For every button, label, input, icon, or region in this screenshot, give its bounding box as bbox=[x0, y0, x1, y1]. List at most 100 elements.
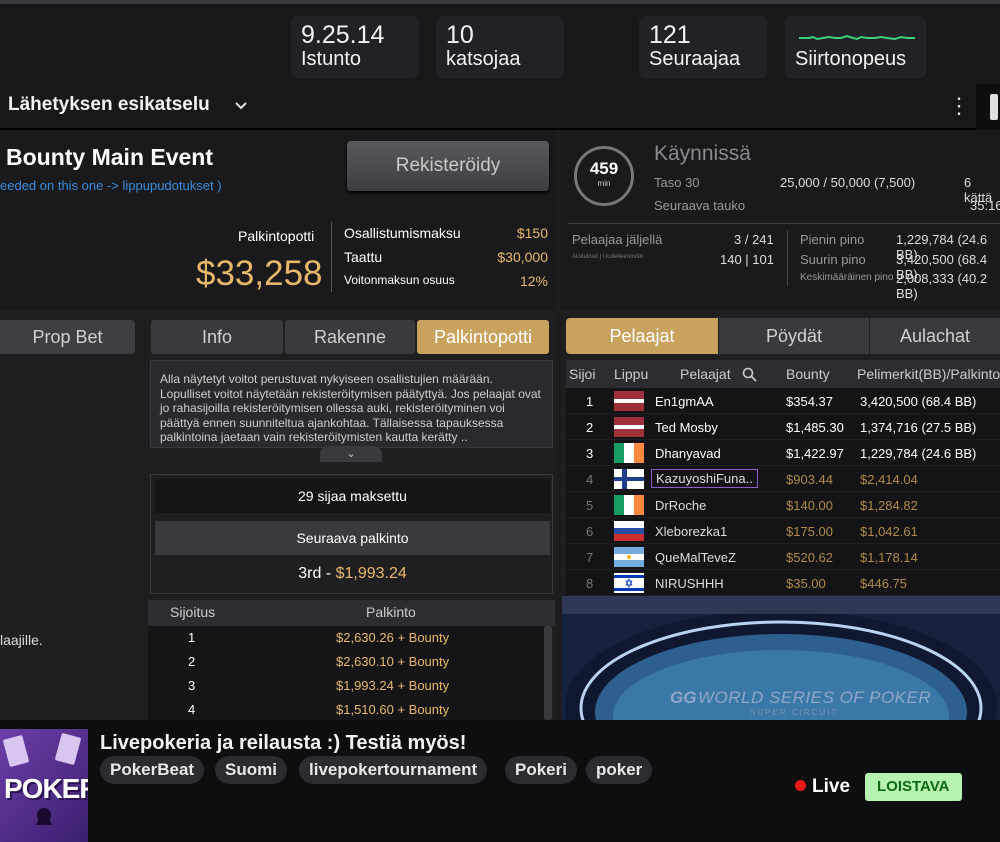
tag-suomi[interactable]: Suomi bbox=[215, 756, 287, 784]
expand-chevron-icon[interactable]: ⌄ bbox=[320, 446, 382, 462]
player-bounty: $903.44 bbox=[786, 472, 833, 487]
payout-place: 1 bbox=[188, 630, 196, 645]
table-row[interactable]: 2 Ted Mosby $1,485.30 1,374,716 (27.5 BB… bbox=[566, 414, 1000, 440]
level-value: 25,000 / 50,000 (7,500) bbox=[780, 175, 916, 190]
col-bounty[interactable]: Bounty bbox=[786, 366, 830, 382]
payout-place: 3 bbox=[188, 678, 196, 693]
live-label: Live bbox=[812, 776, 851, 797]
player-prize: $446.75 bbox=[860, 576, 907, 591]
stat-followers-value: 121 bbox=[649, 21, 691, 49]
col-name[interactable]: Pelaajat bbox=[680, 366, 731, 382]
payout-prize: $1,993.24 + Bounty bbox=[336, 678, 450, 693]
tag-poker[interactable]: poker bbox=[586, 756, 653, 784]
player-rank: 6 bbox=[586, 524, 594, 539]
search-icon[interactable] bbox=[742, 367, 757, 382]
player-name: NIRUSHHH bbox=[655, 576, 724, 591]
flag-latvia-icon bbox=[614, 417, 644, 437]
table-row[interactable]: 8 NIRUSHHH $35.00 $446.75 bbox=[566, 570, 1000, 596]
paid-summary: 29 sijaa maksettu Seuraava palkinto 3rd … bbox=[150, 474, 553, 594]
fee-value: 12% bbox=[519, 273, 548, 289]
tag-pokerbeat[interactable]: PokerBeat bbox=[100, 756, 205, 784]
flag-latvia-icon bbox=[614, 391, 644, 411]
stat-followers-label: Seuraajaa bbox=[649, 48, 741, 70]
stat-viewers-label: katsojaa bbox=[446, 48, 521, 70]
table-row[interactable]: 7 QueMalTeveZ $520.62 $1,178.14 bbox=[566, 544, 1000, 570]
table-row: 4 $1,510.60 + Bounty bbox=[148, 698, 544, 720]
player-bounty: $35.00 bbox=[786, 576, 826, 591]
entries-value: 140 | 101 bbox=[720, 252, 774, 267]
fee-value: $150 bbox=[516, 225, 548, 241]
gg-logo: GG bbox=[670, 688, 697, 707]
prize-description: Alla näytetyt voitot perustuvat nykyisee… bbox=[150, 360, 553, 448]
tab-prizepool[interactable]: Palkintopotti bbox=[417, 320, 549, 354]
preview-header: Lähetyksen esikatselu ⋮ bbox=[0, 84, 990, 130]
col-flag[interactable]: Lippu bbox=[614, 366, 648, 382]
tab-lobby-chat[interactable]: Aulachat bbox=[870, 318, 1000, 354]
info-panel: Info Rakenne Palkintopotti Alla näytetyt… bbox=[146, 310, 556, 720]
player-prize: $1,042.61 bbox=[860, 524, 918, 539]
table-row[interactable]: 6 Xleborezka1 $175.00 $1,042.61 bbox=[566, 518, 1000, 544]
table-row: 1 $2,630.26 + Bounty bbox=[148, 626, 544, 650]
payout-place: 4 bbox=[188, 702, 196, 717]
tab-info[interactable]: Info bbox=[151, 320, 283, 354]
channel-avatar[interactable]: POKER bbox=[0, 729, 88, 842]
stat-viewers: 10 katsojaa bbox=[436, 16, 564, 78]
stat-session-value: 9.25.14 bbox=[301, 21, 385, 49]
stat-bitrate-label: Siirtonopeus bbox=[795, 48, 907, 70]
player-prize: $1,178.14 bbox=[860, 550, 918, 565]
timer-value: 459 bbox=[589, 159, 619, 178]
level-label: Taso 30 bbox=[654, 175, 700, 190]
player-chips: 1,374,716 (27.5 BB) bbox=[860, 420, 977, 435]
fee-label: Osallistumismaksu bbox=[344, 225, 461, 241]
stat-followers: 121 Seuraajaa bbox=[639, 16, 767, 78]
average-stack-label: Keskimääräinen pino bbox=[800, 272, 894, 283]
table-row[interactable]: 4 KazuyoshiFuna.. $903.44 $2,414.04 bbox=[566, 466, 1000, 492]
player-bounty: $175.00 bbox=[786, 524, 833, 539]
players-left-label: Pelaajaa jäljellä bbox=[572, 232, 663, 247]
player-bounty: $354.37 bbox=[786, 394, 833, 409]
break-value: 35:16 bbox=[970, 198, 1000, 213]
player-rank: 8 bbox=[586, 576, 594, 591]
stream-preview: Bounty Main Event eeded on this one -> l… bbox=[0, 130, 1000, 720]
flag-israel-icon bbox=[614, 573, 644, 593]
tag-livepokertournament[interactable]: livepokertournament bbox=[299, 756, 488, 784]
preview-title[interactable]: Lähetyksen esikatselu bbox=[8, 94, 210, 116]
table-row[interactable]: 1 En1gmAA $354.37 3,420,500 (68.4 BB) bbox=[566, 388, 1000, 414]
col-chips[interactable]: Pelimerkit(BB)/Palkinto bbox=[857, 366, 1000, 382]
live-dot-icon bbox=[795, 780, 806, 791]
player-name: En1gmAA bbox=[655, 394, 714, 409]
table-row: 2 $2,630.10 + Bounty bbox=[148, 650, 544, 674]
flag-ireland-icon bbox=[614, 443, 644, 463]
payout-prize: $1,510.60 + Bounty bbox=[336, 702, 450, 717]
register-button[interactable]: Rekisteröidy bbox=[347, 141, 549, 191]
entries-label: Aloitukset | Uudelleenostot bbox=[572, 254, 643, 260]
stream-title: Livepokeria ja reilausta :) Testiä myös! bbox=[100, 732, 467, 754]
table-row[interactable]: 5 DrRoche $140.00 $1,284.82 bbox=[566, 492, 1000, 518]
player-name: Dhanyavad bbox=[655, 446, 721, 461]
player-name: Xleborezka1 bbox=[655, 524, 728, 539]
table-row[interactable]: 3 Dhanyavad $1,422.97 1,229,784 (24.6 BB… bbox=[566, 440, 1000, 466]
bitrate-sparkline-icon bbox=[799, 34, 915, 41]
payout-scrollbar[interactable] bbox=[544, 626, 552, 720]
sidebar-toggle[interactable] bbox=[990, 94, 998, 120]
tab-structure[interactable]: Rakenne bbox=[285, 320, 415, 354]
prop-bet-button[interactable]: Prop Bet bbox=[0, 320, 135, 354]
next-prize-value: $1,993.24 bbox=[335, 565, 407, 582]
player-bounty: $140.00 bbox=[786, 498, 833, 513]
flag-argentina-icon bbox=[614, 547, 644, 567]
col-rank[interactable]: Sijoi bbox=[569, 366, 595, 382]
chevron-down-icon[interactable] bbox=[232, 96, 250, 114]
prop-bet-panel: Prop Bet laajille. bbox=[0, 310, 142, 720]
players-left-value: 3 / 241 bbox=[734, 232, 774, 247]
average-stack-value: 2,008,333 (40.2 BB) bbox=[896, 271, 988, 301]
fee-row-guaranteed: Taattu $30,000 bbox=[344, 249, 548, 271]
more-options-icon[interactable]: ⋮ bbox=[948, 93, 970, 119]
fee-value: $30,000 bbox=[497, 249, 548, 265]
player-chips: 1,229,784 (24.6 BB) bbox=[860, 446, 977, 461]
tag-pokeri[interactable]: Pokeri bbox=[505, 756, 577, 784]
stat-session-label: Istunto bbox=[301, 48, 362, 70]
places-paid: 29 sijaa maksettu bbox=[155, 479, 550, 513]
tab-tables[interactable]: Pöydät bbox=[719, 318, 869, 354]
divider bbox=[787, 230, 788, 286]
tab-players[interactable]: Pelaajat bbox=[566, 318, 718, 354]
